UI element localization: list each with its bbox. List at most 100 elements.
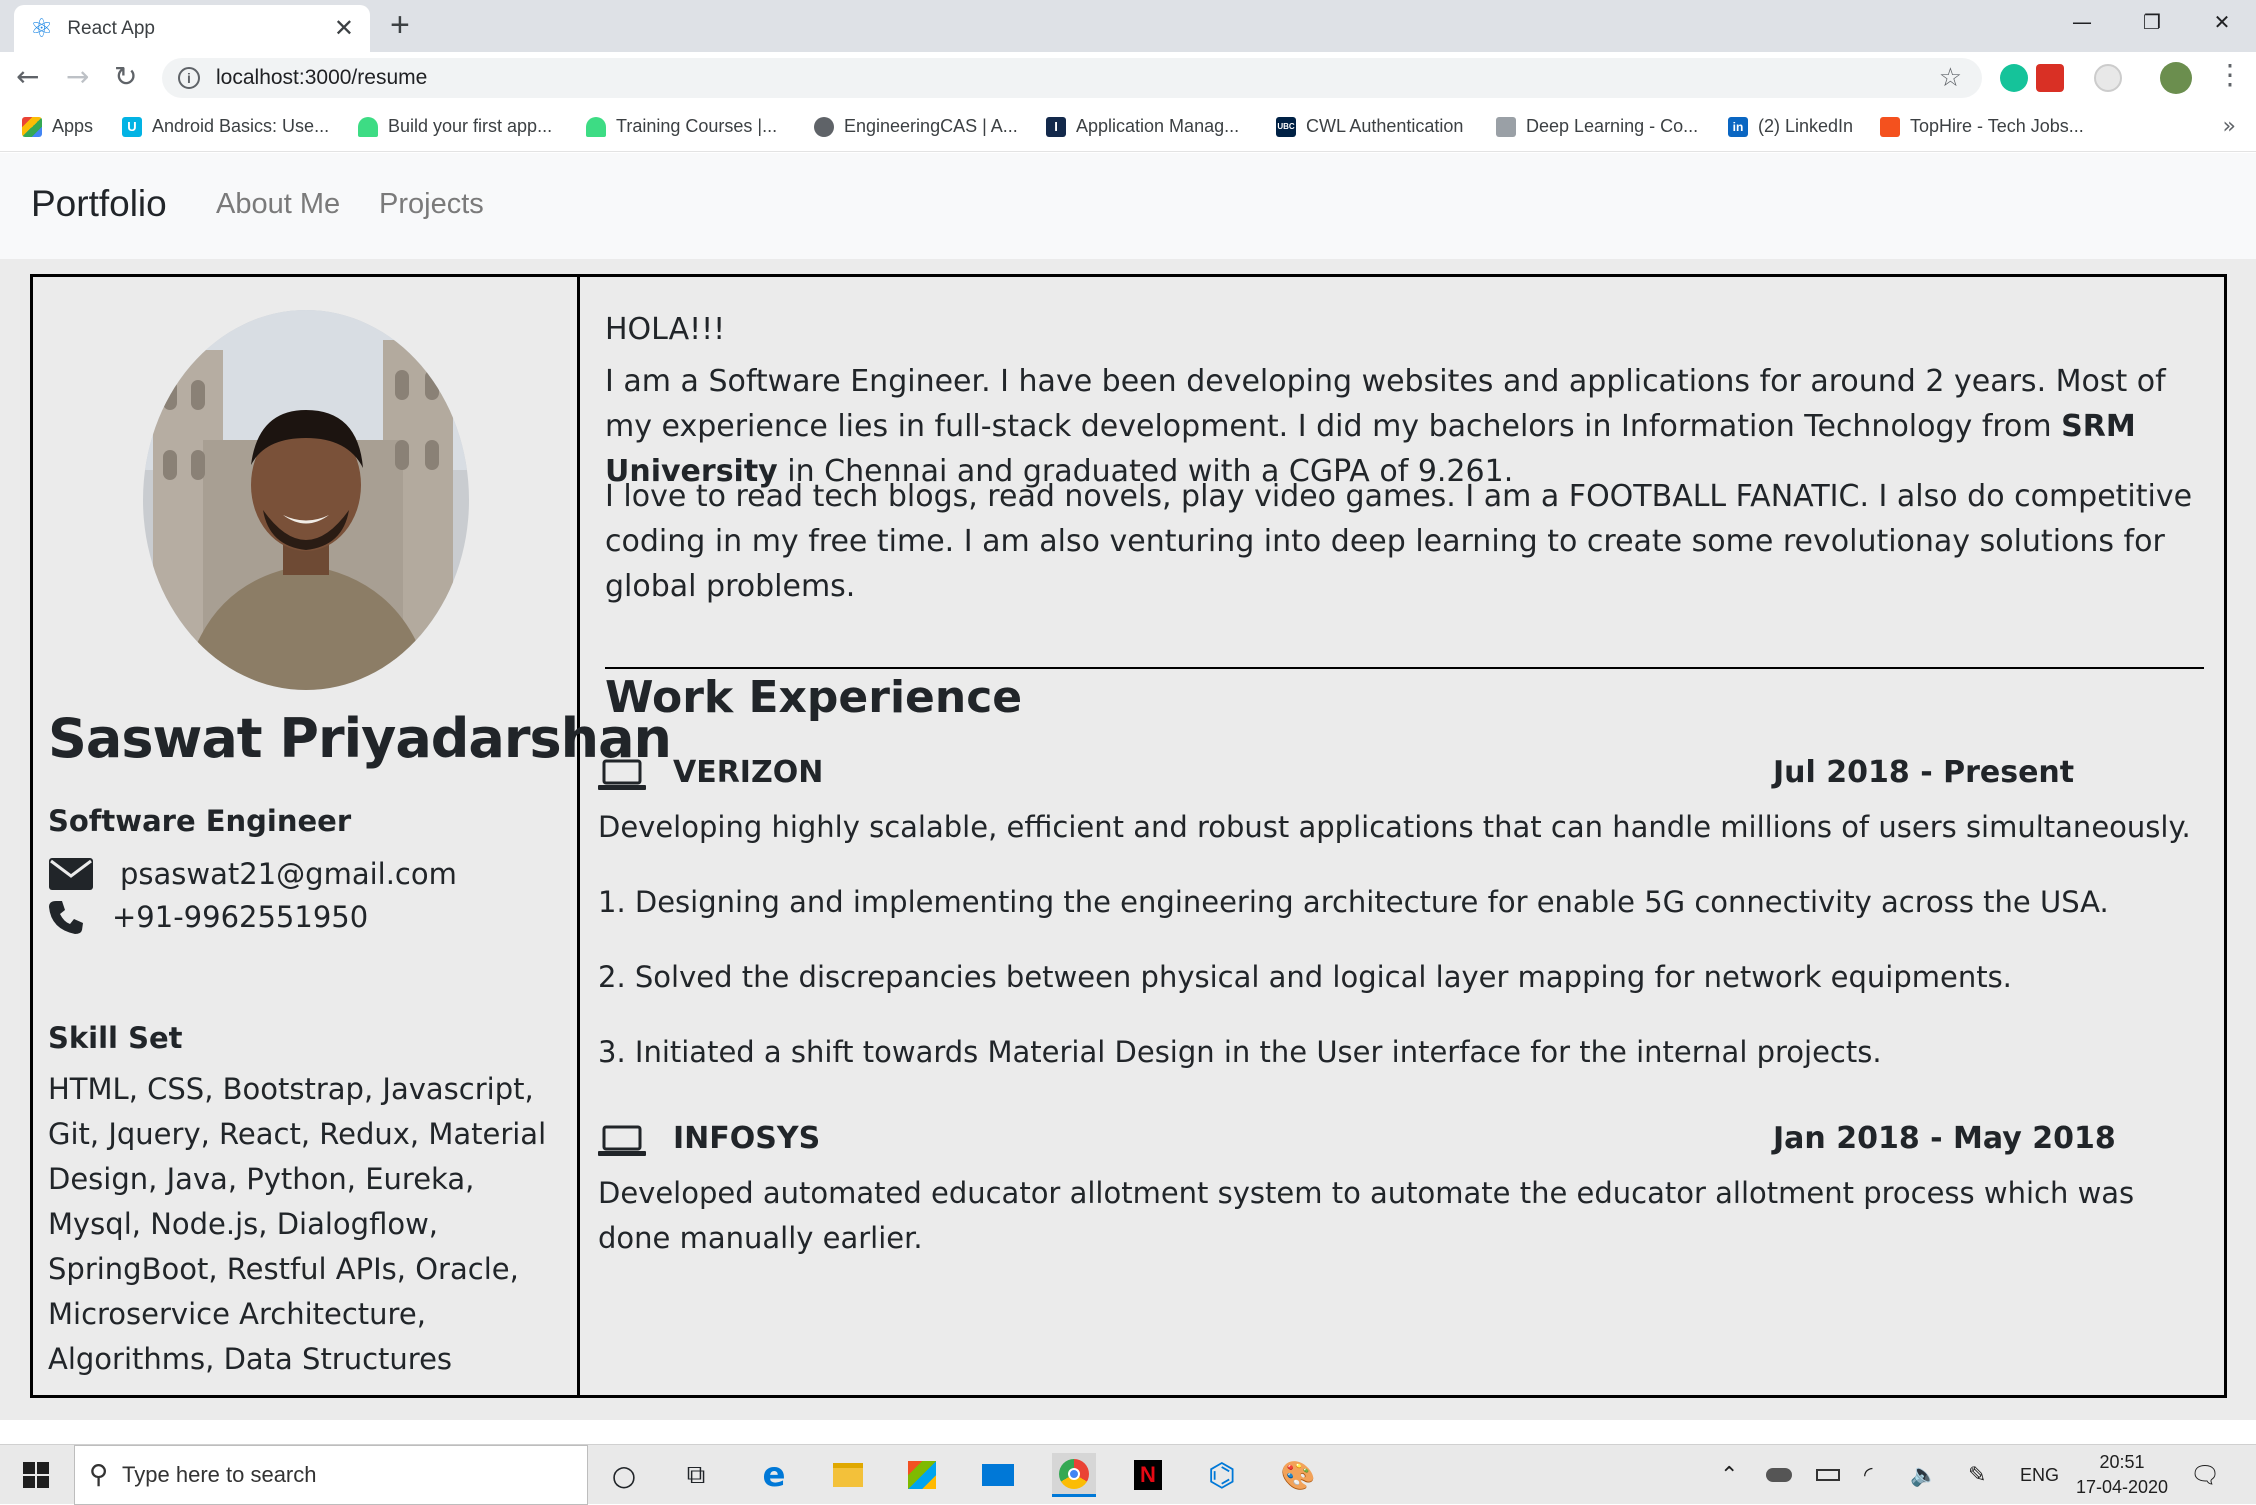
battery-icon[interactable]: [1816, 1445, 1840, 1505]
job-point: 2. Solved the discrepancies between phys…: [598, 960, 2012, 994]
chrome-taskbar-icon[interactable]: [1052, 1453, 1096, 1497]
bookmark-label: Training Courses |...: [616, 116, 778, 136]
bookmark-apps[interactable]: Apps: [22, 116, 93, 137]
back-button[interactable]: ←: [16, 60, 39, 93]
bookmark-label: EngineeringCAS | A...: [844, 116, 1018, 136]
envelope-icon: [49, 858, 93, 890]
tophire-icon: [1880, 116, 1900, 137]
task-view-icon[interactable]: ⧉: [674, 1453, 718, 1497]
bookmark-deep-learning[interactable]: Deep Learning - Co...: [1496, 116, 1698, 137]
close-tab-icon[interactable]: ✕: [334, 14, 354, 43]
show-hidden-icons[interactable]: ⌃: [1720, 1445, 1738, 1505]
nav-link-projects[interactable]: Projects: [379, 188, 484, 221]
site-info-icon[interactable]: i: [178, 67, 200, 89]
profile-name: Saswat Priyadarshan: [48, 707, 672, 770]
search-placeholder: Type here to search: [122, 1462, 317, 1487]
notifications-icon[interactable]: 🗨: [2190, 1445, 2220, 1505]
nav-link-about-me[interactable]: About Me: [216, 188, 340, 221]
search-icon: ⚲: [89, 1460, 109, 1490]
bookmarks-overflow-icon[interactable]: »: [2223, 114, 2236, 139]
address-bar[interactable]: i localhost:3000/resume ☆: [162, 58, 1982, 98]
paint-icon[interactable]: 🎨: [1276, 1453, 1320, 1497]
bookmark-engineeringcas[interactable]: EngineeringCAS | A...: [814, 116, 1018, 137]
microsoft-store-icon[interactable]: [900, 1453, 944, 1497]
greeting: HOLA!!!: [605, 312, 726, 347]
mail-icon[interactable]: [976, 1453, 1020, 1497]
apps-grid-icon: [22, 116, 42, 137]
ubc-icon: UBC: [1276, 116, 1296, 137]
phone-contact: +91-9962551950: [48, 899, 368, 935]
grammarly-extension-icon[interactable]: [2000, 64, 2028, 92]
resume-card: Saswat Priyadarshan Software Engineer ps…: [30, 274, 2227, 1398]
file-explorer-icon[interactable]: [826, 1453, 870, 1497]
close-window-button[interactable]: ✕: [2188, 0, 2256, 44]
company-name: INFOSYS: [673, 1121, 821, 1156]
phone-text[interactable]: +91-9962551950: [112, 900, 368, 934]
onedrive-icon[interactable]: [1766, 1445, 1792, 1505]
email-text[interactable]: psaswat21@gmail.com: [120, 857, 457, 891]
bookmarks-bar: Apps U Android Basics: Use... Build your…: [0, 104, 2256, 152]
profile-role: Software Engineer: [48, 804, 352, 838]
company-name: VERIZON: [673, 755, 824, 790]
clock[interactable]: 20:51 17-04-2020: [2072, 1445, 2172, 1505]
windows-start-button[interactable]: [14, 1453, 58, 1497]
profile-avatar[interactable]: [2160, 62, 2192, 94]
new-tab-button[interactable]: +: [390, 6, 410, 45]
extension-red-icon[interactable]: [2036, 64, 2064, 92]
windows-taskbar: ⚲ Type here to search ○ ⧉ e N ⌬ 🎨 ⌃ ◜ 🔈 …: [0, 1444, 2256, 1505]
bookmark-label: CWL Authentication: [1306, 116, 1464, 136]
work-experience-heading: Work Experience: [605, 672, 1023, 723]
pen-icon[interactable]: ✎: [1968, 1445, 1986, 1505]
bookmark-label: Deep Learning - Co...: [1526, 116, 1699, 136]
bookmark-label: Apps: [52, 116, 94, 136]
android-icon: [586, 116, 606, 137]
clock-time: 20:51: [2099, 1452, 2145, 1472]
bookmark-cwl-authentication[interactable]: UBC CWL Authentication: [1276, 116, 1463, 137]
reload-button[interactable]: ↻: [114, 60, 137, 93]
bookmark-linkedin[interactable]: in (2) LinkedIn: [1728, 116, 1853, 137]
restore-window-button[interactable]: ❐: [2118, 0, 2186, 44]
about-paragraph-2: I love to read tech blogs, read novels, …: [605, 479, 2193, 604]
windows-logo-icon: [23, 1462, 49, 1488]
bookmark-application-manager[interactable]: I Application Manag...: [1046, 116, 1239, 137]
job-point: 3. Initiated a shift towards Material De…: [598, 1035, 1882, 1069]
illinois-icon: I: [1046, 116, 1066, 137]
bookmark-star-icon[interactable]: ☆: [1939, 63, 1962, 93]
language-indicator[interactable]: ENG: [2020, 1445, 2059, 1505]
android-icon: [358, 116, 378, 137]
bookmark-training-courses[interactable]: Training Courses |...: [586, 116, 777, 137]
resume-main: HOLA!!! I am a Software Engineer. I have…: [583, 277, 2224, 1395]
coursera-icon: [1496, 116, 1516, 137]
clock-date: 17-04-2020: [2075, 1477, 2169, 1497]
volume-icon[interactable]: 🔈: [1910, 1445, 1937, 1505]
browser-toolbar: ← → ↻ i localhost:3000/resume ☆ ⋮: [0, 52, 2256, 104]
globe-icon: [814, 116, 834, 137]
phone-icon: [49, 901, 83, 934]
react-icon: ⚛: [30, 13, 54, 44]
site-navbar: Portfolio About Me Projects: [0, 153, 2256, 259]
vscode-icon[interactable]: ⌬: [1200, 1453, 1244, 1497]
bookmark-build-first-app[interactable]: Build your first app...: [358, 116, 552, 137]
laptop-icon: [598, 759, 646, 790]
forward-button[interactable]: →: [66, 60, 89, 93]
job-header-verizon: VERIZON Jul 2018 - Present: [598, 751, 2198, 799]
bookmark-label: Build your first app...: [388, 116, 553, 136]
extension-gray-icon[interactable]: [2094, 64, 2122, 92]
cortana-icon[interactable]: ○: [602, 1453, 646, 1497]
linkedin-icon: in: [1728, 116, 1748, 137]
netflix-icon[interactable]: N: [1126, 1453, 1170, 1497]
skills-list: HTML, CSS, Bootstrap, Javascript, Git, J…: [48, 1072, 547, 1376]
wifi-icon[interactable]: ◜: [1864, 1445, 1873, 1505]
browser-tab-strip: ⚛ React App ✕ + — ❐ ✕: [0, 0, 2256, 52]
bookmark-label: Application Manag...: [1076, 116, 1240, 136]
browser-tab-react-app[interactable]: ⚛ React App ✕: [14, 5, 370, 52]
chrome-menu-icon[interactable]: ⋮: [2216, 58, 2244, 91]
bookmark-android-basics[interactable]: U Android Basics: Use...: [122, 116, 329, 137]
bookmark-tophire[interactable]: TopHire - Tech Jobs...: [1880, 116, 2084, 137]
udacity-icon: U: [122, 116, 142, 137]
taskbar-search-box[interactable]: ⚲ Type here to search: [74, 1445, 588, 1505]
minimize-window-button[interactable]: —: [2048, 0, 2116, 44]
navbar-brand[interactable]: Portfolio: [31, 183, 167, 225]
edge-icon[interactable]: e: [752, 1453, 796, 1497]
tab-title: React App: [67, 17, 155, 39]
